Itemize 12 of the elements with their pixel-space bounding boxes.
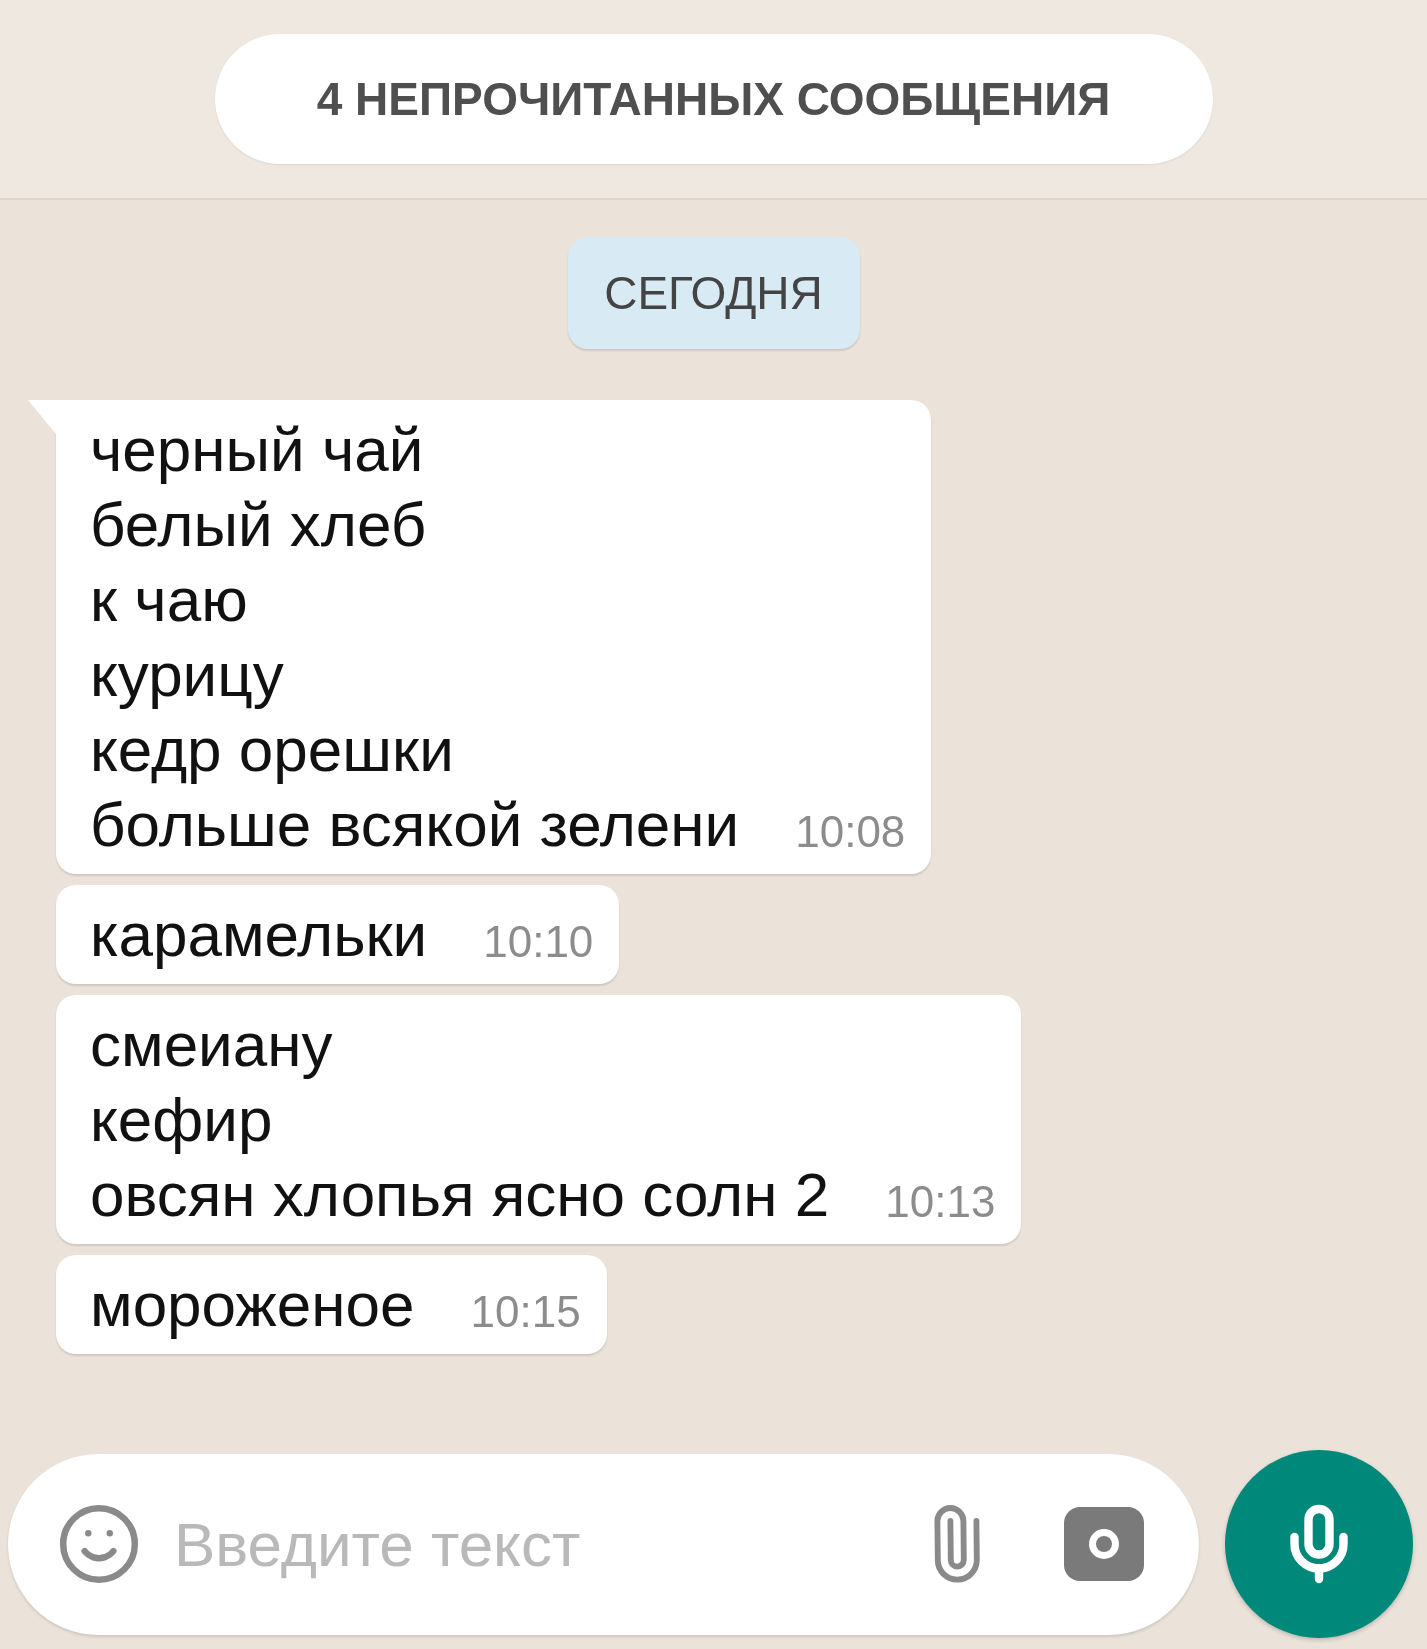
message-time: 10:15 bbox=[470, 1286, 581, 1338]
date-chip: СЕГОДНЯ bbox=[567, 237, 860, 349]
message-text: смеиану кефир овсян хлопья ясно солн 2 bbox=[90, 1009, 830, 1231]
message-text: мороженое bbox=[90, 1269, 415, 1341]
message-time: 10:08 bbox=[795, 806, 906, 858]
message-time: 10:10 bbox=[483, 916, 594, 968]
message-time: 10:13 bbox=[885, 1176, 996, 1228]
camera-icon[interactable] bbox=[1064, 1507, 1144, 1581]
unread-messages-banner: 4 НЕПРОЧИТАННЫХ СООБЩЕНИЯ bbox=[214, 34, 1213, 164]
message-text: черный чай белый хлеб к чаю курицу кедр орешки больше всякой зелени bbox=[90, 414, 740, 861]
message-text: карамельки bbox=[90, 899, 428, 971]
message-input[interactable]: Введите текст bbox=[172, 1507, 886, 1581]
